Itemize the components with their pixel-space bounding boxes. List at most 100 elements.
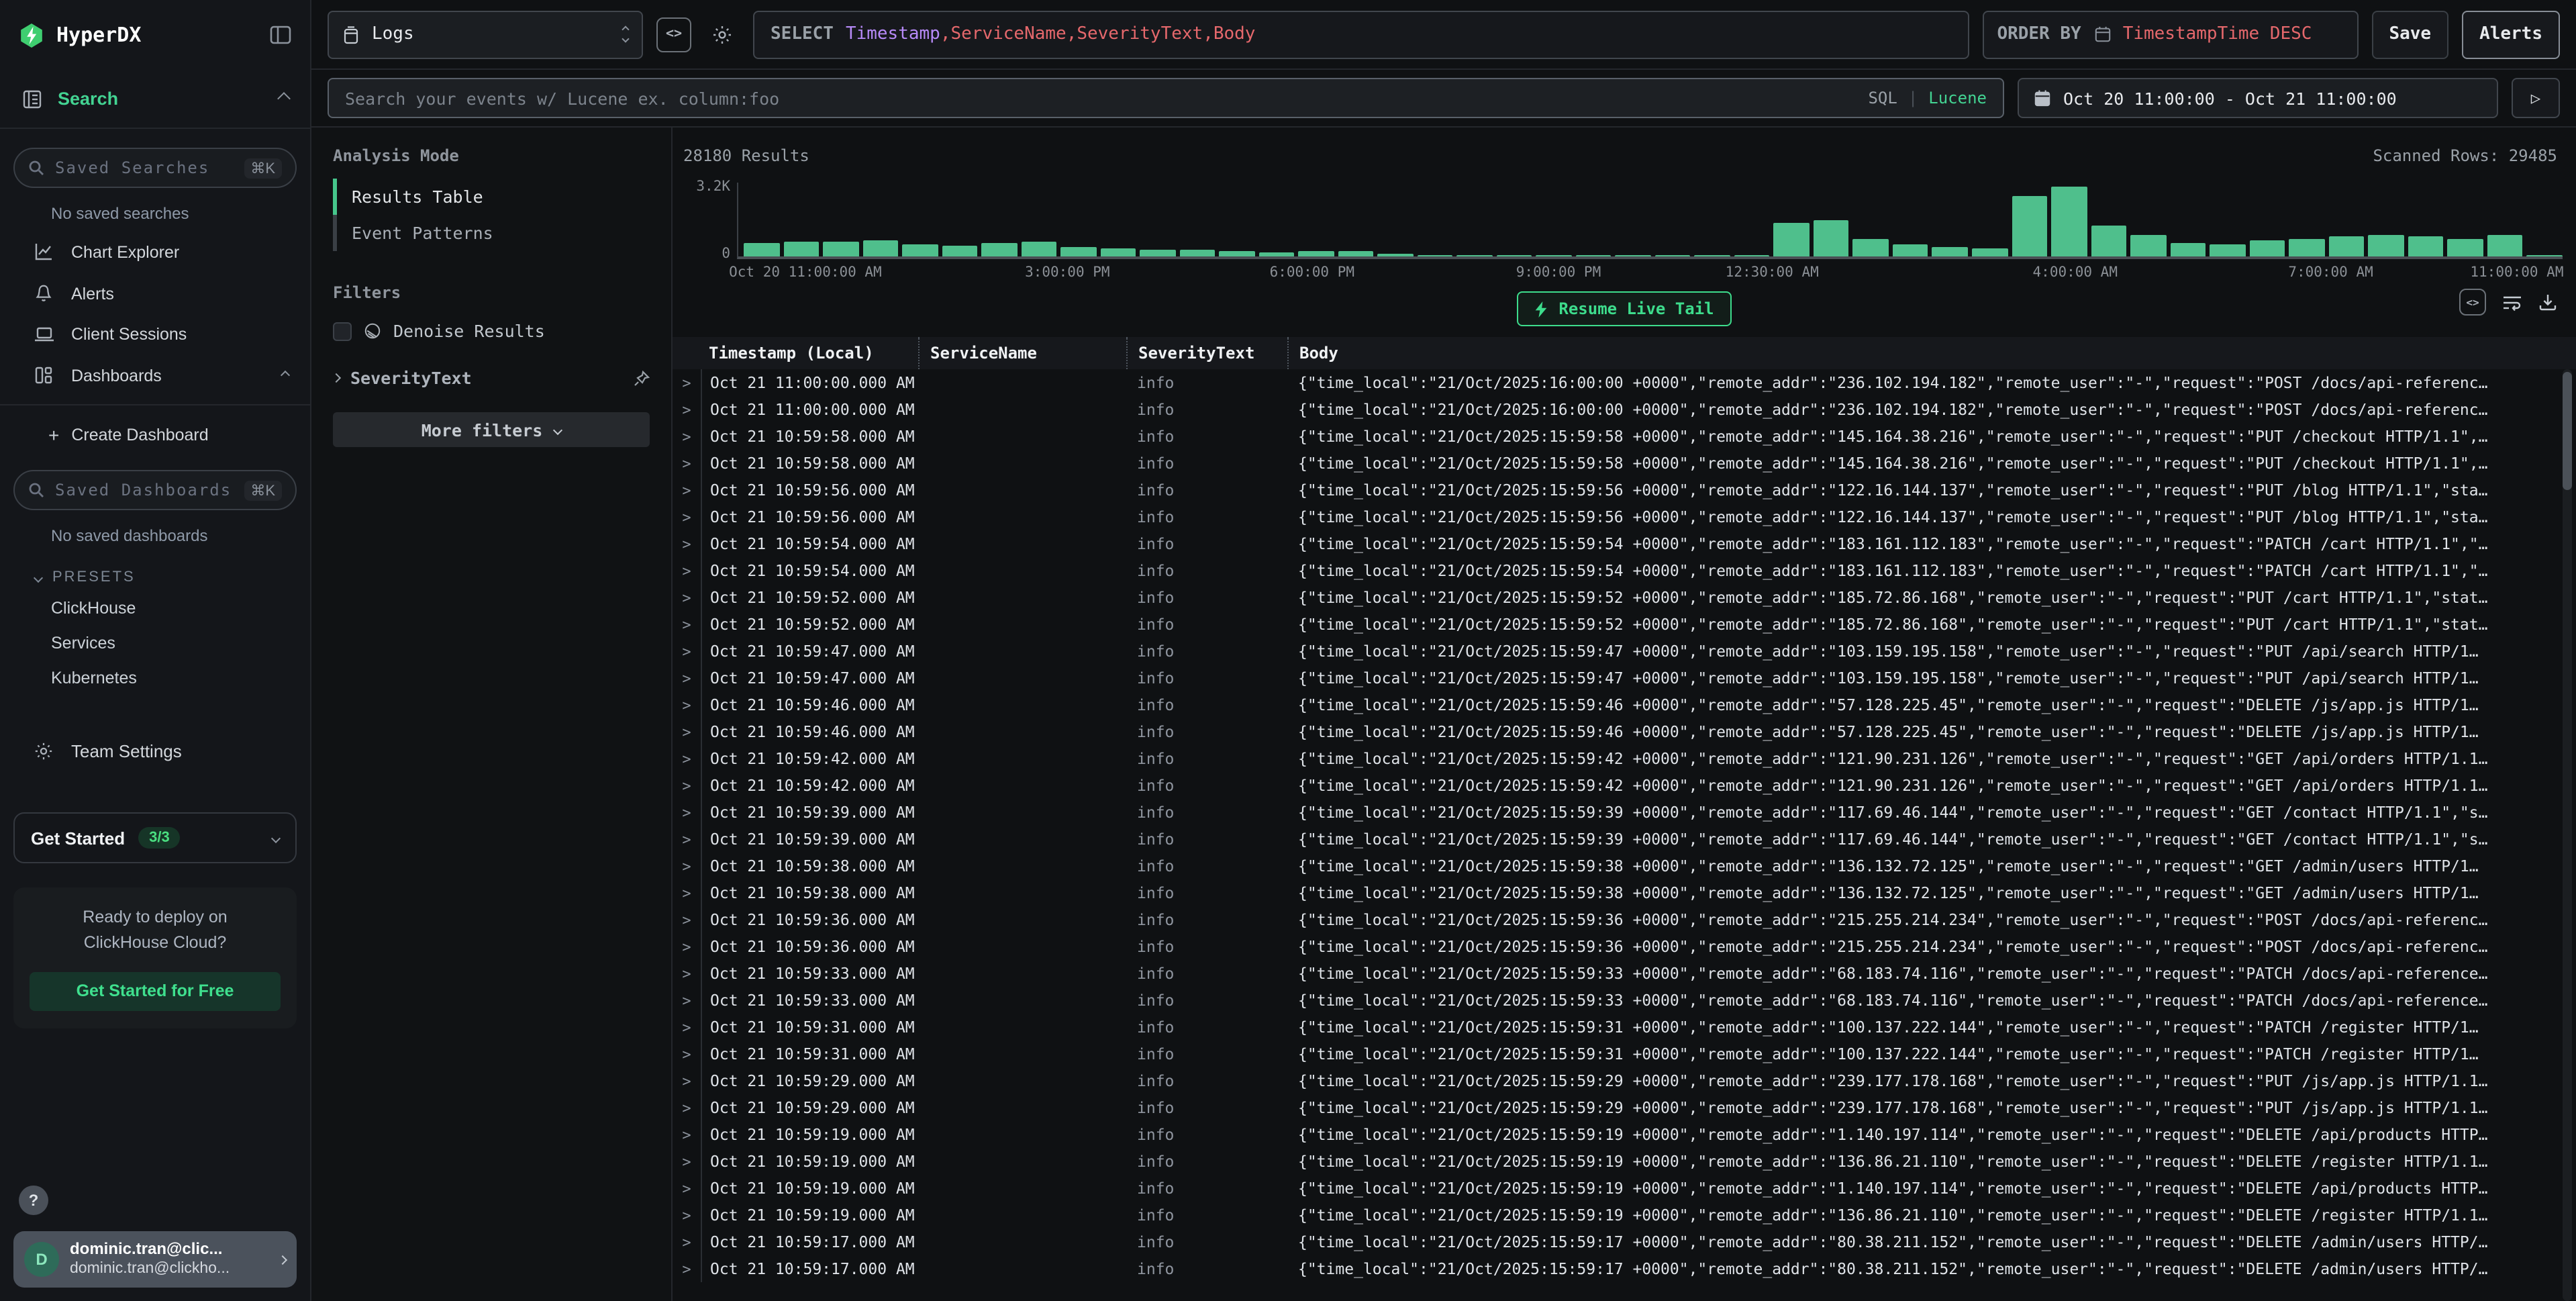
row-expand-chevron-icon[interactable]: > xyxy=(673,481,701,499)
row-expand-chevron-icon[interactable]: > xyxy=(673,374,701,391)
row-expand-chevron-icon[interactable]: > xyxy=(673,669,701,687)
histogram-bar[interactable] xyxy=(1972,248,2008,256)
histogram-bar[interactable] xyxy=(1457,255,1493,256)
table-row[interactable]: >Oct 21 10:59:46.000 AMinfo{"time_local"… xyxy=(673,718,2576,745)
table-row[interactable]: >Oct 21 10:59:19.000 AMinfo{"time_local"… xyxy=(673,1148,2576,1175)
table-row[interactable]: >Oct 21 10:59:54.000 AMinfo{"time_local"… xyxy=(673,530,2576,557)
download-icon[interactable] xyxy=(2538,293,2557,311)
resume-live-tail-button[interactable]: Resume Live Tail xyxy=(1517,291,1731,326)
histogram-bar[interactable] xyxy=(1893,244,1928,256)
row-expand-chevron-icon[interactable]: > xyxy=(673,884,701,902)
lucene-mode-toggle[interactable]: Lucene xyxy=(1928,89,1987,107)
preset-item-kubernetes[interactable]: Kubernetes xyxy=(13,661,297,695)
sidebar-item-team-settings[interactable]: Team Settings xyxy=(13,730,297,772)
histogram-bar[interactable] xyxy=(1774,223,1810,256)
more-filters-button[interactable]: More filters xyxy=(333,412,650,447)
histogram-bar[interactable] xyxy=(902,244,938,256)
preset-item-clickhouse[interactable]: ClickHouse xyxy=(13,591,297,626)
table-row[interactable]: >Oct 21 10:59:47.000 AMinfo{"time_local"… xyxy=(673,665,2576,691)
histogram-bar[interactable] xyxy=(2091,226,2126,256)
row-expand-chevron-icon[interactable]: > xyxy=(673,1233,701,1251)
table-row[interactable]: >Oct 21 11:00:00.000 AMinfo{"time_local"… xyxy=(673,369,2576,396)
histogram-bar[interactable] xyxy=(1853,240,1889,256)
histogram-bar[interactable] xyxy=(2487,234,2522,256)
code-view-button[interactable]: <> xyxy=(656,17,691,52)
source-select[interactable]: Logs xyxy=(328,10,643,58)
row-expand-chevron-icon[interactable]: > xyxy=(673,911,701,928)
histogram-bar[interactable] xyxy=(862,240,898,256)
mode-results-table[interactable]: Results Table xyxy=(333,179,650,215)
histogram-bar[interactable] xyxy=(1060,248,1096,256)
histogram-bar[interactable] xyxy=(1655,255,1691,256)
histogram-bar[interactable] xyxy=(1100,248,1136,256)
histogram-bar[interactable] xyxy=(981,243,1017,256)
histogram-bar[interactable] xyxy=(1140,250,1175,256)
table-row[interactable]: >Oct 21 10:59:31.000 AMinfo{"time_local"… xyxy=(673,1041,2576,1067)
histogram-bar[interactable] xyxy=(1298,250,1334,256)
row-expand-chevron-icon[interactable]: > xyxy=(673,616,701,633)
table-row[interactable]: >Oct 21 10:59:58.000 AMinfo{"time_local"… xyxy=(673,450,2576,477)
histogram-bar[interactable] xyxy=(2170,242,2206,256)
table-row[interactable]: >Oct 21 10:59:39.000 AMinfo{"time_local"… xyxy=(673,826,2576,853)
severity-filter-group[interactable]: SeverityText xyxy=(333,368,650,388)
table-row[interactable]: >Oct 21 10:59:19.000 AMinfo{"time_local"… xyxy=(673,1202,2576,1228)
histogram-bar[interactable] xyxy=(1814,220,1849,256)
pin-icon[interactable] xyxy=(634,370,650,386)
histogram-bar[interactable] xyxy=(1258,252,1294,256)
row-expand-chevron-icon[interactable]: > xyxy=(673,1206,701,1224)
alerts-button[interactable]: Alerts xyxy=(2462,10,2560,58)
table-row[interactable]: >Oct 21 10:59:33.000 AMinfo{"time_local"… xyxy=(673,960,2576,987)
save-button[interactable]: Save xyxy=(2371,10,2448,58)
get-started-free-button[interactable]: Get Started for Free xyxy=(30,972,281,1011)
histogram-bar[interactable] xyxy=(2249,241,2285,256)
table-row[interactable]: >Oct 21 10:59:54.000 AMinfo{"time_local"… xyxy=(673,557,2576,584)
row-expand-chevron-icon[interactable]: > xyxy=(673,454,701,472)
collapse-sidebar-icon[interactable] xyxy=(270,26,291,44)
histogram-bar[interactable] xyxy=(1338,250,1373,256)
table-row[interactable]: >Oct 21 10:59:31.000 AMinfo{"time_local"… xyxy=(673,1014,2576,1041)
row-expand-chevron-icon[interactable]: > xyxy=(673,1126,701,1143)
get-started-dropdown[interactable]: Get Started 3/3 xyxy=(13,812,297,863)
lucene-search-input[interactable]: Search your events w/ Lucene ex. column:… xyxy=(328,78,2004,118)
table-row[interactable]: >Oct 21 10:59:46.000 AMinfo{"time_local"… xyxy=(673,691,2576,718)
row-expand-chevron-icon[interactable]: > xyxy=(673,1099,701,1116)
row-expand-chevron-icon[interactable]: > xyxy=(673,589,701,606)
table-row[interactable]: >Oct 21 10:59:29.000 AMinfo{"time_local"… xyxy=(673,1067,2576,1094)
table-row[interactable]: >Oct 21 10:59:19.000 AMinfo{"time_local"… xyxy=(673,1121,2576,1148)
histogram-bar[interactable] xyxy=(2289,239,2324,256)
histogram-bar[interactable] xyxy=(2012,196,2047,256)
row-expand-chevron-icon[interactable]: > xyxy=(673,723,701,740)
histogram-bar[interactable] xyxy=(2328,236,2364,256)
table-row[interactable]: >Oct 21 10:59:19.000 AMinfo{"time_local"… xyxy=(673,1175,2576,1202)
column-header-servicename[interactable]: ServiceName xyxy=(918,337,1126,369)
row-expand-chevron-icon[interactable]: > xyxy=(673,830,701,848)
table-row[interactable]: >Oct 21 10:59:58.000 AMinfo{"time_local"… xyxy=(673,423,2576,450)
histogram-bar[interactable] xyxy=(2447,240,2483,256)
row-expand-chevron-icon[interactable]: > xyxy=(673,642,701,660)
table-row[interactable]: >Oct 21 11:00:00.000 AMinfo{"time_local"… xyxy=(673,396,2576,423)
sidebar-item-search[interactable]: Search xyxy=(0,70,310,129)
scrollbar-thumb[interactable] xyxy=(2563,372,2572,490)
row-expand-chevron-icon[interactable]: > xyxy=(673,1018,701,1036)
source-settings-gear-icon[interactable] xyxy=(705,17,740,52)
table-row[interactable]: >Oct 21 10:59:36.000 AMinfo{"time_local"… xyxy=(673,933,2576,960)
histogram-bar[interactable] xyxy=(1932,247,1968,256)
histogram-bar[interactable] xyxy=(2130,234,2166,256)
user-menu[interactable]: D dominic.tran@clic... dominic.tran@clic… xyxy=(13,1231,297,1288)
histogram-bar[interactable] xyxy=(1695,255,1730,256)
sidebar-item-dashboards[interactable]: Dashboards xyxy=(13,354,297,396)
table-row[interactable]: >Oct 21 10:59:52.000 AMinfo{"time_local"… xyxy=(673,611,2576,638)
row-expand-chevron-icon[interactable]: > xyxy=(673,1260,701,1278)
table-row[interactable]: >Oct 21 10:59:42.000 AMinfo{"time_local"… xyxy=(673,772,2576,799)
table-scrollbar[interactable] xyxy=(2563,369,2572,1301)
histogram-bar[interactable] xyxy=(2210,244,2245,256)
histogram-bar[interactable] xyxy=(823,242,858,256)
table-row[interactable]: >Oct 21 10:59:29.000 AMinfo{"time_local"… xyxy=(673,1094,2576,1121)
table-row[interactable]: >Oct 21 10:59:39.000 AMinfo{"time_local"… xyxy=(673,799,2576,826)
preset-item-services[interactable]: Services xyxy=(13,626,297,661)
row-expand-chevron-icon[interactable]: > xyxy=(673,750,701,767)
table-row[interactable]: >Oct 21 10:59:56.000 AMinfo{"time_local"… xyxy=(673,503,2576,530)
histogram-bar[interactable] xyxy=(783,242,819,256)
histogram-bar[interactable] xyxy=(1536,255,1572,256)
denoise-results-toggle[interactable]: Denoise Results xyxy=(333,321,650,341)
